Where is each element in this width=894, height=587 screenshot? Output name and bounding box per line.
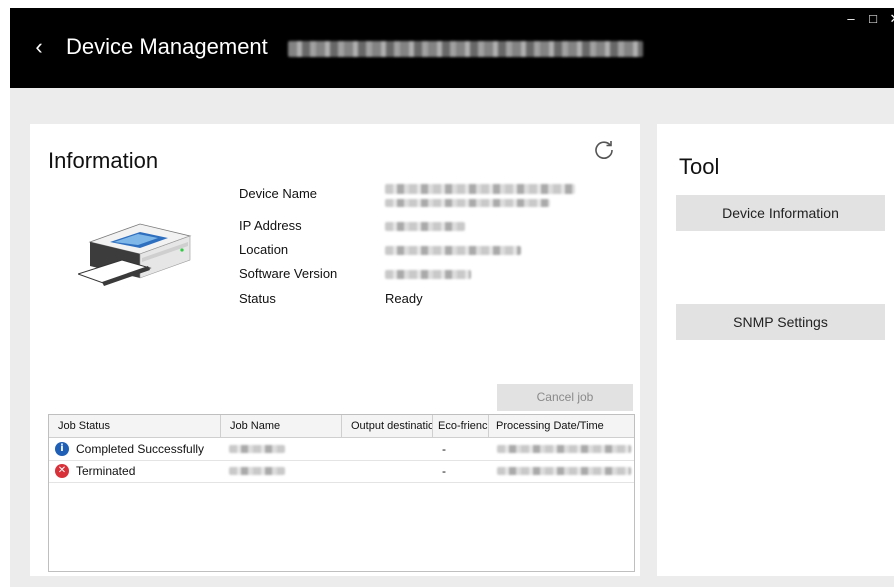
device-name-label: Device Name xyxy=(239,186,318,201)
table-row[interactable]: ✕ Terminated - xyxy=(49,460,634,483)
information-panel: Information Device Name IP Address Locat… xyxy=(30,124,640,576)
page-title: Device Management xyxy=(66,34,268,59)
column-eco-friendly[interactable]: Eco-frienc xyxy=(433,415,489,437)
tool-panel: Tool Device Information SNMP Settings xyxy=(657,124,894,576)
minimize-button[interactable]: ‒ xyxy=(840,8,862,30)
ip-address-value xyxy=(385,222,465,231)
error-icon: ✕ xyxy=(55,464,69,478)
eco-friendly-cell: - xyxy=(442,464,446,478)
processing-date-cell xyxy=(497,445,631,453)
column-output-destination[interactable]: Output destinatio xyxy=(342,415,433,437)
job-status-cell: Terminated xyxy=(76,464,136,478)
ip-address-label: IP Address xyxy=(239,218,302,233)
info-icon: i xyxy=(55,442,69,456)
refresh-icon[interactable] xyxy=(592,138,616,162)
close-button[interactable]: ✕ xyxy=(884,8,894,30)
tool-heading: Tool xyxy=(679,154,720,179)
processing-date-cell xyxy=(497,467,631,475)
cancel-job-button[interactable]: Cancel job xyxy=(497,384,633,411)
eco-friendly-cell: - xyxy=(442,442,446,456)
column-job-status[interactable]: Job Status xyxy=(49,415,221,437)
device-name-value xyxy=(385,184,575,207)
job-status-cell: Completed Successfully xyxy=(76,442,205,456)
back-button[interactable]: ‹ xyxy=(26,32,52,62)
job-table-header: Job Status Job Name Output destinatio Ec… xyxy=(49,415,634,438)
maximize-button[interactable]: □ xyxy=(862,8,884,30)
column-job-name[interactable]: Job Name xyxy=(221,415,342,437)
table-row[interactable]: i Completed Successfully - xyxy=(49,438,634,461)
information-heading: Information xyxy=(48,148,159,173)
job-name-cell xyxy=(229,445,285,453)
printer-icon xyxy=(78,223,192,286)
status-label: Status xyxy=(239,291,276,306)
software-version-label: Software Version xyxy=(239,266,338,281)
column-processing-date-time[interactable]: Processing Date/Time xyxy=(489,415,634,437)
app-window: ‹ Device Management ‒ □ ✕ Information De… xyxy=(10,8,894,587)
snmp-settings-button[interactable]: SNMP Settings xyxy=(676,304,885,340)
software-version-value xyxy=(385,270,471,279)
job-name-cell xyxy=(229,467,285,475)
redacted-device-model xyxy=(288,41,643,57)
device-information-button[interactable]: Device Information xyxy=(676,195,885,231)
location-value xyxy=(385,246,521,255)
job-table: Job Status Job Name Output destinatio Ec… xyxy=(48,414,635,572)
title-bar: ‹ Device Management ‒ □ ✕ xyxy=(10,8,894,88)
status-value: Ready xyxy=(385,291,423,306)
location-label: Location xyxy=(239,242,289,257)
